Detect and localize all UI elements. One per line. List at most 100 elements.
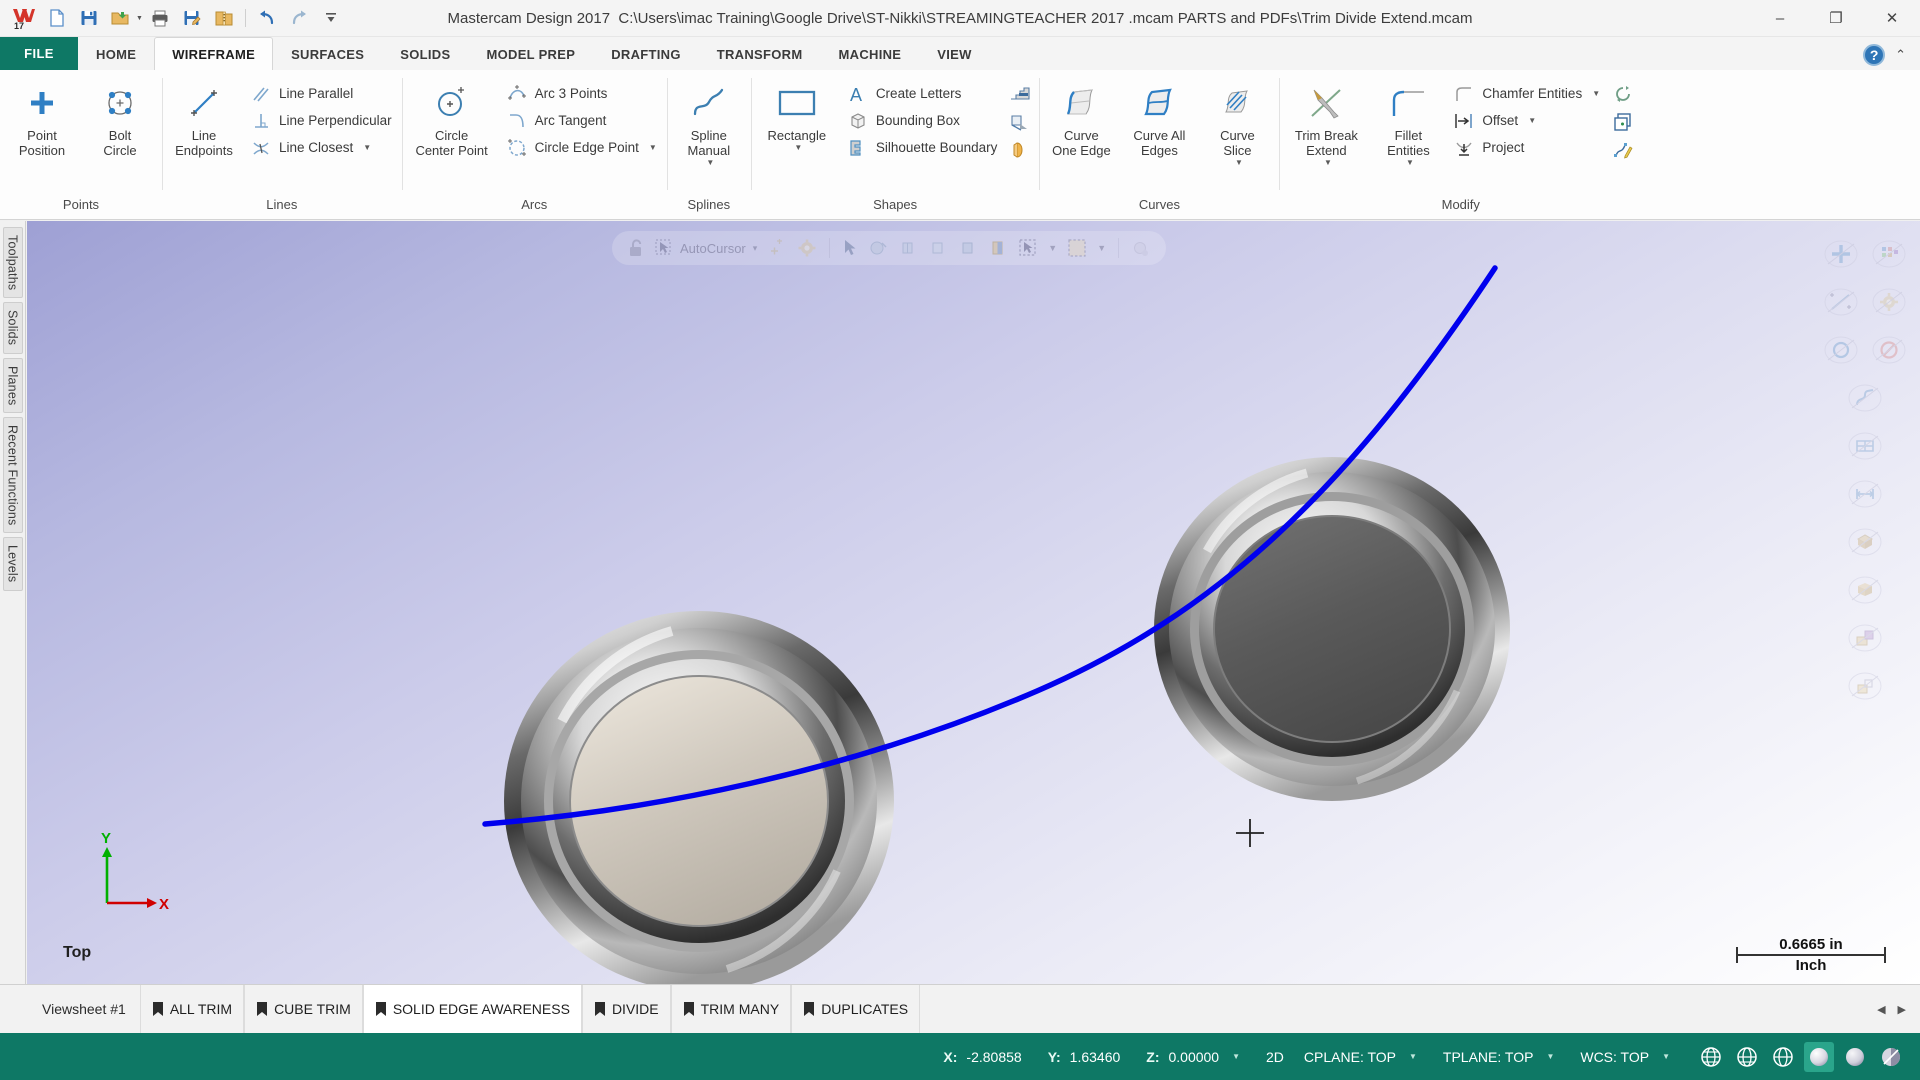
status-wcs[interactable]: WCS: TOP ▼ [1580, 1049, 1670, 1065]
autocursor-pick-icon[interactable] [652, 235, 676, 261]
viewsheet-label[interactable]: Viewsheet #1 [42, 1001, 126, 1017]
tab-model-prep[interactable]: MODEL PREP [468, 37, 593, 70]
undo-icon[interactable] [252, 3, 282, 33]
sidebar-item-toolpaths[interactable]: Toolpaths [2, 227, 23, 299]
selection-mask-icon[interactable] [1064, 235, 1090, 261]
open-folder-icon[interactable] [106, 3, 136, 33]
bounding-box-button[interactable]: Bounding Box [841, 107, 1004, 134]
tab-machine[interactable]: MACHINE [821, 37, 920, 70]
autocursor-settings-icon[interactable] [794, 235, 820, 261]
sidebar-item-levels[interactable]: Levels [2, 537, 23, 591]
autocursor-point-icon[interactable] [764, 235, 790, 261]
line-perpendicular-button[interactable]: Line Perpendicular [244, 107, 398, 134]
tplane-caret-icon[interactable]: ▼ [1546, 1052, 1554, 1061]
help-icon[interactable]: ? [1863, 44, 1886, 66]
line-endpoints-button[interactable]: Line Endpoints [166, 76, 242, 174]
curve-slice-button[interactable]: Curve Slice ▼ [1199, 76, 1275, 174]
select-plane-icon[interactable] [985, 235, 1011, 261]
fillet-entities-button[interactable]: Fillet Entities ▼ [1371, 76, 1445, 174]
open-dropdown-caret-icon[interactable]: ▼ [136, 15, 143, 22]
line-parallel-button[interactable]: Line Parallel [244, 80, 398, 107]
viewsheet-prev-icon[interactable]: ◀ [1877, 1003, 1885, 1016]
wcs-caret-icon[interactable]: ▼ [1662, 1052, 1670, 1061]
offset-caret-icon[interactable]: ▼ [1528, 116, 1536, 125]
modify-spline-icon[interactable] [1608, 136, 1638, 163]
mask-color-icon[interactable] [1842, 663, 1888, 709]
hidden-lines-icon[interactable] [1732, 1042, 1762, 1072]
print-icon[interactable] [145, 3, 175, 33]
redo-icon[interactable] [284, 3, 314, 33]
rectangle-button[interactable]: Rectangle ▼ [755, 76, 839, 174]
status-cplane[interactable]: CPLANE: TOP ▼ [1304, 1049, 1417, 1065]
tab-transform[interactable]: TRANSFORM [699, 37, 821, 70]
add-to-level-icon[interactable] [1608, 108, 1638, 135]
coord-z-caret-icon[interactable]: ▼ [1232, 1052, 1240, 1061]
tab-home[interactable]: HOME [78, 37, 154, 70]
tab-drafting[interactable]: DRAFTING [593, 37, 699, 70]
mask-solid-faces-icon[interactable] [1842, 567, 1888, 613]
line-closest-button[interactable]: Line Closest ▼ [244, 134, 398, 161]
create-letters-button[interactable]: A Create Letters [841, 80, 1004, 107]
save-as-icon[interactable] [177, 3, 207, 33]
selection-mask-caret-icon[interactable]: ▼ [1094, 235, 1109, 261]
customize-qat-icon[interactable] [316, 3, 346, 33]
select-body-icon[interactable] [955, 235, 981, 261]
door-shape-icon[interactable] [1005, 108, 1035, 135]
mask-arcs-icon[interactable] [1818, 327, 1864, 373]
trim-break-extend-button[interactable]: Trim Break Extend ▼ [1283, 76, 1369, 174]
mask-surfaces-icon[interactable] [1842, 423, 1888, 469]
close-button[interactable]: ✕ [1864, 0, 1920, 37]
bolt-circle-button[interactable]: Bolt Circle [82, 76, 158, 174]
autocursor-caret-icon[interactable]: ▾ [750, 235, 761, 261]
mask-all-entities-icon[interactable] [1866, 231, 1912, 277]
fillet-entities-caret-icon[interactable]: ▼ [1406, 158, 1414, 167]
tab-solids[interactable]: SOLIDS [382, 37, 468, 70]
select-window-caret-icon[interactable]: ▼ [1045, 235, 1060, 261]
minimize-button[interactable]: – [1752, 0, 1808, 37]
viewsheet-tab-trim-many[interactable]: TRIM MANY [670, 984, 792, 1034]
status-tplane[interactable]: TPLANE: TOP ▼ [1443, 1049, 1554, 1065]
sidebar-item-solids[interactable]: Solids [2, 302, 23, 354]
zip2go-icon[interactable] [209, 3, 239, 33]
status-coord-z[interactable]: Z: 0.00000 ▼ [1146, 1049, 1240, 1065]
graphics-viewport[interactable]: AutoCursor ▾ ▼ ▼ Y X Top 0.6665 in Inch [27, 221, 1920, 984]
select-face-icon[interactable] [895, 235, 921, 261]
curve-one-edge-button[interactable]: Curve One Edge [1043, 76, 1119, 174]
mask-splines-icon[interactable] [1842, 375, 1888, 421]
tab-file[interactable]: FILE [0, 37, 78, 70]
viewsheet-tab-duplicates[interactable]: DUPLICATES [791, 984, 921, 1034]
spline-manual-button[interactable]: Spline Manual ▼ [671, 76, 747, 174]
tab-surfaces[interactable]: SURFACES [273, 37, 382, 70]
status-mode-2d[interactable]: 2D [1266, 1049, 1284, 1065]
viewsheet-next-icon[interactable]: ▶ [1898, 1003, 1906, 1016]
sidebar-item-recent-functions[interactable]: Recent Functions [2, 416, 23, 534]
select-solid-icon[interactable] [925, 235, 951, 261]
convert-nurbs-icon[interactable] [1608, 80, 1638, 107]
project-button[interactable]: Project [1447, 134, 1606, 161]
silhouette-boundary-button[interactable]: Silhouette Boundary [841, 134, 1004, 161]
select-arrow-icon[interactable] [839, 235, 861, 261]
viewsheet-tab-divide[interactable]: DIVIDE [581, 984, 671, 1034]
circle-edge-point-caret-icon[interactable]: ▼ [649, 143, 657, 152]
circle-center-point-button[interactable]: Circle Center Point [406, 76, 498, 174]
new-file-icon[interactable] [42, 3, 72, 33]
save-icon[interactable] [74, 3, 104, 33]
spline-manual-caret-icon[interactable]: ▼ [706, 158, 714, 167]
point-position-button[interactable]: Point Position [4, 76, 80, 174]
mask-groups-icon[interactable] [1842, 615, 1888, 661]
trim-break-extend-caret-icon[interactable]: ▼ [1324, 158, 1332, 167]
viewsheet-tab-cube-trim[interactable]: CUBE TRIM [244, 984, 363, 1034]
curve-all-edges-button[interactable]: Curve All Edges [1121, 76, 1197, 174]
unlock-icon[interactable] [624, 235, 648, 261]
mask-dimensions-icon[interactable] [1842, 471, 1888, 517]
sidebar-item-planes[interactable]: Planes [2, 357, 23, 413]
restore-button[interactable]: ❐ [1808, 0, 1864, 37]
mask-points-icon[interactable] [1818, 231, 1864, 277]
collapse-ribbon-icon[interactable]: ⌃ [1895, 47, 1906, 63]
wireframe-shading-icon[interactable] [1696, 1042, 1726, 1072]
quick-mask-toolbar[interactable] [1818, 231, 1912, 709]
mask-none-icon[interactable] [1866, 327, 1912, 373]
rectangle-caret-icon[interactable]: ▼ [794, 143, 802, 152]
translucent-icon[interactable] [1876, 1042, 1906, 1072]
arc-3-points-button[interactable]: Arc 3 Points [500, 80, 663, 107]
